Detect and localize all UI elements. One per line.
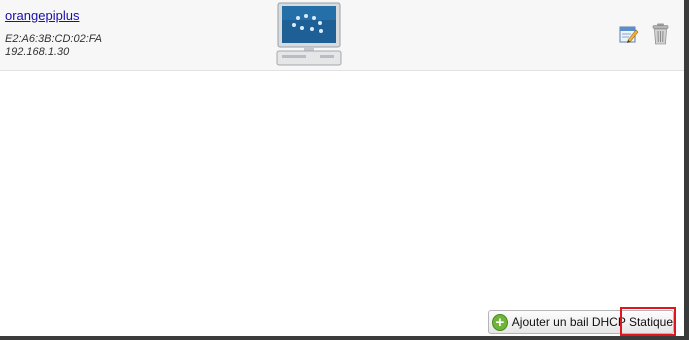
add-static-dhcp-lease-button[interactable]: + Ajouter un bail DHCP Statique (488, 310, 674, 334)
plus-circle-icon: + (492, 313, 508, 331)
device-hostname-link[interactable]: orangepiplus (5, 8, 79, 23)
window-right-border (684, 0, 689, 340)
computer-icon (276, 2, 342, 66)
window-bottom-border (0, 336, 689, 340)
edit-icon[interactable] (619, 24, 639, 44)
device-mac-address: E2:A6:3B:CD:02:FA (5, 33, 103, 45)
trash-icon[interactable] (652, 23, 669, 45)
device-row: orangepiplus E2:A6:3B:CD:02:FA 192.168.1… (0, 0, 684, 71)
add-static-dhcp-lease-label: Ajouter un bail DHCP Statique (511, 315, 673, 329)
device-ip-address: 192.168.1.30 (5, 46, 70, 58)
